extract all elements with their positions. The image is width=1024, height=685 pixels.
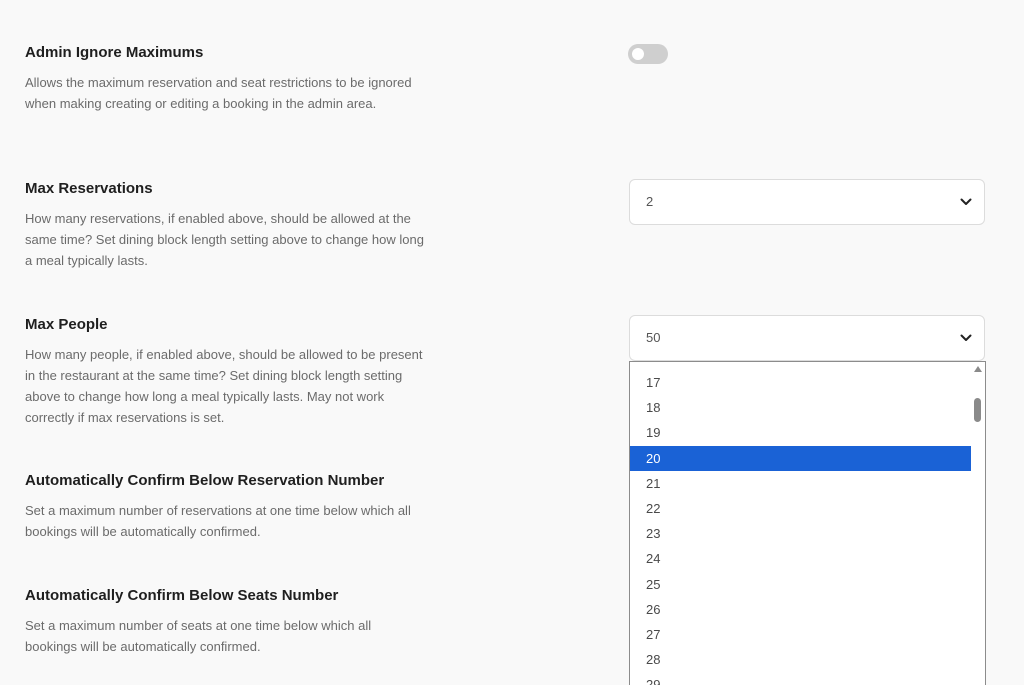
dropdown-options: 17 18 19 20 21 22 23 24 25 26 27 28 29 xyxy=(630,370,972,685)
setting-auto-confirm-seats: Automatically Confirm Below Seats Number… xyxy=(25,586,425,657)
dropdown-option[interactable]: 25 xyxy=(630,572,972,597)
setting-description: How many people, if enabled above, shoul… xyxy=(25,347,423,425)
setting-title: Admin Ignore Maximums xyxy=(25,44,204,61)
dropdown-scrollbar[interactable] xyxy=(971,362,985,685)
setting-max-reservations: Max Reservations How many reservations, … xyxy=(25,179,425,271)
admin-ignore-maximums-toggle[interactable] xyxy=(628,44,668,64)
setting-description: Set a maximum number of seats at one tim… xyxy=(25,618,372,654)
setting-title: Max People xyxy=(25,316,108,333)
dropdown-option[interactable]: 29 xyxy=(630,672,972,685)
dropdown-option[interactable]: 23 xyxy=(630,521,972,546)
select-value: 50 xyxy=(646,330,661,345)
dropdown-option[interactable]: 18 xyxy=(630,395,972,420)
dropdown-option[interactable]: 22 xyxy=(630,496,972,521)
setting-title: Automatically Confirm Below Reservation … xyxy=(25,472,385,489)
dropdown-option[interactable]: 26 xyxy=(630,597,972,622)
dropdown-option[interactable]: 20 xyxy=(630,445,972,471)
setting-max-people: Max People How many people, if enabled a… xyxy=(25,315,425,428)
max-people-dropdown-list[interactable]: 17 18 19 20 21 22 23 24 25 26 27 28 29 xyxy=(629,361,986,685)
scroll-thumb[interactable] xyxy=(974,398,981,422)
toggle-knob xyxy=(632,48,644,60)
chevron-down-icon xyxy=(960,198,972,205)
dropdown-option[interactable]: 28 xyxy=(630,647,972,672)
select-value: 2 xyxy=(646,194,654,209)
dropdown-option[interactable]: 17 xyxy=(630,370,972,395)
setting-title: Automatically Confirm Below Seats Number xyxy=(25,587,339,604)
setting-auto-confirm-reservations: Automatically Confirm Below Reservation … xyxy=(25,471,425,542)
setting-title: Max Reservations xyxy=(25,180,153,197)
max-people-select[interactable]: 50 xyxy=(629,315,985,361)
dropdown-option[interactable]: 27 xyxy=(630,622,972,647)
setting-description: How many reservations, if enabled above,… xyxy=(25,211,424,268)
setting-admin-ignore-maximums: Admin Ignore Maximums Allows the maximum… xyxy=(25,43,425,114)
chevron-down-icon xyxy=(960,334,972,341)
setting-description: Allows the maximum reservation and seat … xyxy=(25,75,412,111)
dropdown-option[interactable]: 19 xyxy=(630,420,972,445)
setting-description: Set a maximum number of reservations at … xyxy=(25,503,411,539)
dropdown-option[interactable]: 21 xyxy=(630,471,972,496)
max-reservations-select[interactable]: 2 xyxy=(629,179,985,225)
scroll-up-arrow-icon[interactable] xyxy=(974,366,982,372)
dropdown-option[interactable]: 24 xyxy=(630,546,972,571)
